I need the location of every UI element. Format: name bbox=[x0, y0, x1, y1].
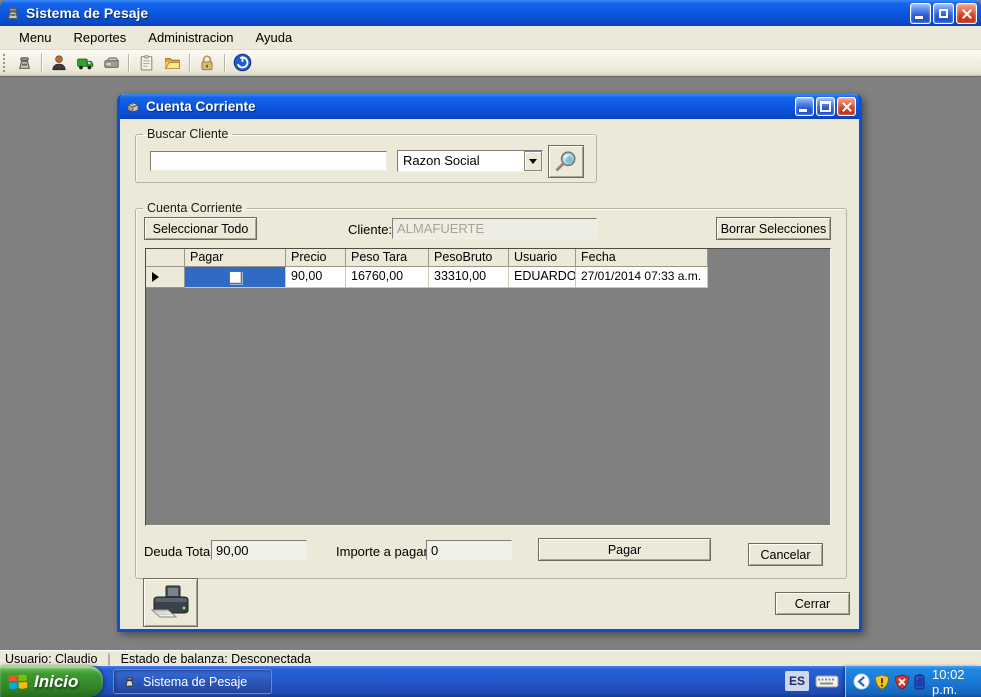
mdi-client-area: Cuenta Corriente Buscar Cliente Razon So… bbox=[0, 76, 981, 650]
menu-item-administracion[interactable]: Administracion bbox=[137, 27, 244, 48]
toolbar-separator bbox=[189, 54, 190, 72]
dialog-minimize-button[interactable] bbox=[795, 97, 814, 116]
toolbar-separator bbox=[128, 54, 129, 72]
statusbar-separator: | bbox=[107, 652, 110, 666]
buscar-button[interactable] bbox=[548, 145, 584, 178]
row-selector-cell[interactable] bbox=[146, 267, 185, 288]
start-button-label: Inicio bbox=[34, 672, 78, 692]
app-scale-icon bbox=[5, 5, 21, 21]
cancelar-button[interactable]: Cancelar bbox=[748, 543, 823, 566]
restore-button[interactable] bbox=[933, 3, 954, 24]
menubar: Menu Reportes Administracion Ayuda bbox=[0, 26, 981, 50]
taskbar: Inicio Sistema de Pesaje ES 10 bbox=[0, 666, 981, 697]
user-icon[interactable] bbox=[47, 52, 71, 74]
cuenta-corriente-dialog: Cuenta Corriente Buscar Cliente Razon So… bbox=[117, 94, 862, 632]
dialog-titlebar: Cuenta Corriente bbox=[120, 94, 859, 119]
filtro-combo[interactable]: Razon Social bbox=[397, 150, 543, 172]
dialog-body: Buscar Cliente Razon Social Cuenta Corri… bbox=[120, 119, 859, 629]
print-button[interactable] bbox=[143, 578, 198, 627]
pagar-button[interactable]: Pagar bbox=[538, 538, 711, 561]
cliente-label: Cliente: bbox=[348, 222, 392, 237]
scale-icon[interactable] bbox=[12, 52, 36, 74]
magnifier-icon bbox=[553, 149, 579, 175]
borrar-selecciones-button[interactable]: Borrar Selecciones bbox=[716, 217, 831, 240]
battery-icon[interactable] bbox=[914, 673, 925, 690]
language-indicator[interactable]: ES bbox=[785, 671, 809, 691]
folder-icon[interactable] bbox=[160, 52, 184, 74]
taskbar-clock[interactable]: 10:02 p.m. bbox=[932, 667, 981, 697]
grid-header-precio[interactable]: Precio bbox=[286, 249, 346, 267]
menu-item-ayuda[interactable]: Ayuda bbox=[245, 27, 304, 48]
taskbar-item-label: Sistema de Pesaje bbox=[143, 675, 247, 689]
security-warning-shield-icon[interactable] bbox=[874, 674, 890, 690]
dialog-title: Cuenta Corriente bbox=[146, 99, 793, 114]
grid-corner-header[interactable] bbox=[146, 249, 185, 267]
cliente-field bbox=[392, 218, 597, 239]
seleccionar-todo-button[interactable]: Seleccionar Todo bbox=[144, 217, 257, 240]
truck-icon[interactable] bbox=[73, 52, 97, 74]
security-error-shield-icon[interactable] bbox=[894, 674, 910, 690]
desktop-screen: Sistema de Pesaje Menu Reportes Administ… bbox=[0, 0, 981, 697]
window-titlebar: Sistema de Pesaje bbox=[0, 0, 981, 26]
dialog-maximize-button[interactable] bbox=[816, 97, 835, 116]
peso-tara-cell[interactable]: 16760,00 bbox=[346, 267, 429, 288]
power-icon[interactable] bbox=[230, 52, 254, 74]
toolbar-separator bbox=[41, 54, 42, 72]
hide-icons-chevron-icon[interactable] bbox=[853, 673, 870, 690]
statusbar-estado-balanza: Estado de balanza: Desconectada bbox=[121, 652, 311, 666]
dialog-close-button[interactable] bbox=[837, 97, 856, 116]
importe-a-pagar-field[interactable] bbox=[426, 540, 512, 560]
toolbar-separator bbox=[224, 54, 225, 72]
menu-item-reportes[interactable]: Reportes bbox=[63, 27, 138, 48]
buscar-cliente-input[interactable] bbox=[150, 151, 387, 171]
taskbar-scale-icon bbox=[123, 675, 136, 688]
grid-header-row: Pagar Precio Peso Tara PesoBruto Usuario… bbox=[146, 249, 830, 267]
grid-header-usuario[interactable]: Usuario bbox=[509, 249, 576, 267]
menu-item-menu[interactable]: Menu bbox=[8, 27, 63, 48]
pagar-checkbox[interactable] bbox=[229, 271, 242, 284]
filtro-combo-value: Razon Social bbox=[398, 151, 524, 171]
cuenta-corriente-group-label: Cuenta Corriente bbox=[143, 201, 246, 215]
precio-cell[interactable]: 90,00 bbox=[286, 267, 346, 288]
system-tray: 10:02 p.m. bbox=[845, 666, 981, 697]
grid-header-peso-bruto[interactable]: PesoBruto bbox=[429, 249, 509, 267]
grid-header-fecha[interactable]: Fecha bbox=[576, 249, 708, 267]
deuda-total-label: Deuda Total bbox=[144, 544, 213, 559]
peso-bruto-cell[interactable]: 33310,00 bbox=[429, 267, 509, 288]
printer-icon bbox=[150, 584, 192, 622]
taskbar-item-sistema-de-pesaje[interactable]: Sistema de Pesaje bbox=[113, 669, 272, 694]
toolbar-gripper bbox=[3, 54, 6, 72]
package-box-icon bbox=[125, 99, 141, 115]
padlock-icon[interactable] bbox=[195, 52, 219, 74]
grid-header-peso-tara[interactable]: Peso Tara bbox=[346, 249, 429, 267]
statusbar-usuario: Usuario: Claudio bbox=[5, 652, 97, 666]
usuario-cell[interactable]: EDUARDO bbox=[509, 267, 576, 288]
windows-flag-icon bbox=[7, 671, 28, 692]
minimize-button[interactable] bbox=[910, 3, 931, 24]
window-title: Sistema de Pesaje bbox=[26, 5, 908, 21]
table-row: 90,00 16760,00 33310,00 EDUARDO 27/01/20… bbox=[146, 267, 830, 288]
buscar-cliente-group-label: Buscar Cliente bbox=[143, 127, 232, 141]
keyboard-icon[interactable] bbox=[815, 673, 839, 694]
fecha-cell[interactable]: 27/01/2014 07:33 a.m. bbox=[576, 267, 708, 288]
start-button[interactable]: Inicio bbox=[0, 666, 103, 697]
weighing-device-icon[interactable] bbox=[99, 52, 123, 74]
deuda-total-field bbox=[211, 540, 307, 560]
close-button[interactable] bbox=[956, 3, 977, 24]
statusbar: Usuario: Claudio | Estado de balanza: De… bbox=[0, 650, 981, 666]
grid-header-pagar[interactable]: Pagar bbox=[185, 249, 286, 267]
cerrar-button[interactable]: Cerrar bbox=[775, 592, 850, 615]
current-row-arrow-icon bbox=[152, 272, 159, 282]
pagar-cell[interactable] bbox=[185, 267, 286, 288]
clipboard-icon[interactable] bbox=[134, 52, 158, 74]
cuenta-corriente-grid: Pagar Precio Peso Tara PesoBruto Usuario… bbox=[145, 248, 831, 526]
combo-dropdown-button[interactable] bbox=[524, 151, 542, 171]
toolbar bbox=[0, 50, 981, 76]
chevron-down-icon bbox=[529, 159, 537, 164]
importe-a-pagar-label: Importe a pagar bbox=[336, 544, 428, 559]
